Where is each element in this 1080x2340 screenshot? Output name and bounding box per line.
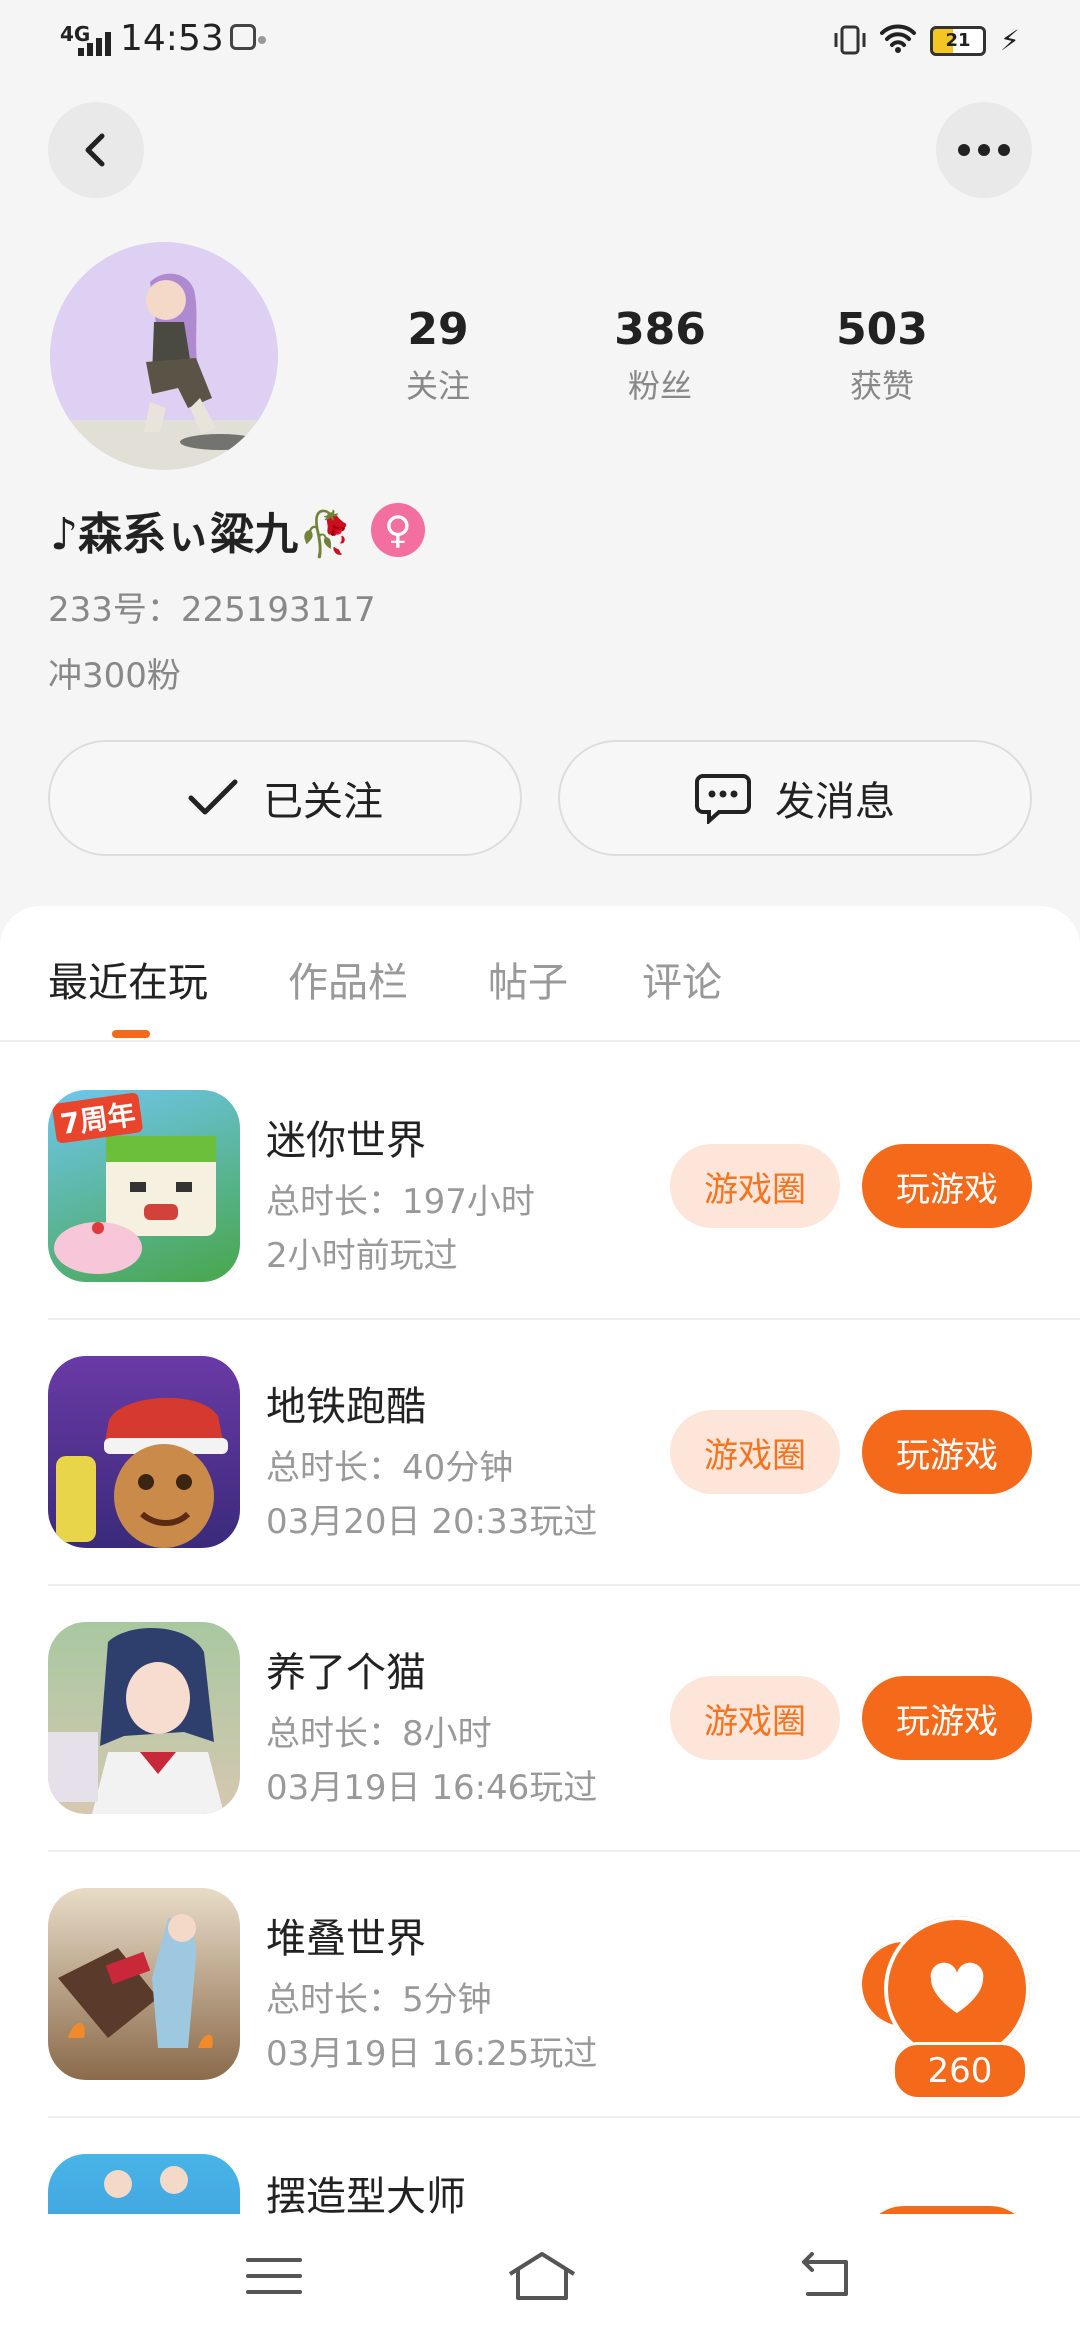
home-icon[interactable]: [506, 2246, 578, 2306]
app-notification-icon: [230, 24, 256, 50]
stat-followers-label: 粉丝: [627, 367, 692, 405]
game-last-played: 03月20日 20:33玩过: [266, 1502, 598, 1542]
game-list-item[interactable]: 摆造型大师: [0, 2154, 1080, 2214]
stat-following-label: 关注: [405, 367, 470, 405]
avatar-character-image: [144, 273, 260, 450]
more-options-button[interactable]: [936, 102, 1032, 198]
like-count-badge: 260: [892, 2042, 1028, 2100]
game-icon-stacking-world: [48, 1888, 240, 2080]
stat-following[interactable]: 29 关注: [348, 304, 528, 407]
game-list-item[interactable]: 地铁跑酷 总时长：40分钟 03月20日 20:33玩过 游戏圈 玩游戏: [0, 1356, 1080, 1622]
game-duration: 总时长：8小时: [266, 1714, 492, 1754]
game-duration: 总时长：197小时: [266, 1182, 535, 1222]
back-nav-icon[interactable]: [794, 2246, 858, 2306]
game-last-played: 2小时前玩过: [266, 1236, 458, 1276]
bio: 冲300粉: [48, 656, 181, 696]
game-name: 堆叠世界: [266, 1916, 426, 1962]
game-last-played: 03月19日 16:46玩过: [266, 1768, 598, 1808]
stat-likes-label: 获赞: [849, 367, 914, 405]
signal-icon: [78, 30, 112, 56]
tab-divider: [0, 1040, 1080, 1042]
charging-bolt-icon: ⚡: [1000, 24, 1020, 57]
gender-female-icon: ♀: [370, 503, 425, 557]
stat-following-count: 29: [407, 304, 469, 355]
game-name: 地铁跑酷: [266, 1384, 426, 1430]
game-icon-subway-surfers: [48, 1356, 240, 1548]
tab-recently-played[interactable]: 最近在玩: [48, 950, 208, 1008]
game-name: 养了个猫: [266, 1650, 426, 1696]
back-arrow-icon: [85, 133, 105, 167]
like-floating-button[interactable]: [884, 1916, 1030, 2062]
more-dots-icon: [958, 144, 1010, 156]
row-divider: [48, 1850, 1080, 1852]
avatar[interactable]: [50, 242, 278, 470]
game-circle-button[interactable]: 游戏圈: [670, 1410, 840, 1494]
row-divider: [48, 2116, 1080, 2118]
heart-icon: [930, 1962, 984, 2013]
stat-followers[interactable]: 386 粉丝: [570, 304, 750, 407]
game-circle-button[interactable]: 游戏圈: [670, 1676, 840, 1760]
chat-bubble-icon: [695, 774, 751, 824]
game-last-played: 03月19日 16:25玩过: [266, 2034, 598, 2074]
game-name: 迷你世界: [266, 1118, 426, 1164]
game-circle-button[interactable]: 游戏圈: [670, 1144, 840, 1228]
back-button[interactable]: [48, 102, 144, 198]
game-name: 摆造型大师: [266, 2174, 466, 2214]
play-game-button[interactable]: 玩游戏: [862, 1410, 1032, 1494]
menu-icon[interactable]: [242, 2246, 306, 2306]
notification-dot-icon: [258, 36, 266, 44]
game-icon-mini-world: 7周年: [48, 1090, 240, 1282]
stat-likes-count: 503: [836, 304, 928, 355]
game-icon-pose-master: [48, 2154, 240, 2214]
active-tab-indicator: [112, 1030, 150, 1038]
followed-label: 已关注: [263, 779, 383, 825]
game-list-item[interactable]: 养了个猫 总时长：8小时 03月19日 16:46玩过 游戏圈 玩游戏: [0, 1622, 1080, 1888]
profile-name-row: ♪森系ぃ粱九🥀 ♀: [50, 498, 425, 562]
play-game-button[interactable]: 玩游戏: [862, 1676, 1032, 1760]
send-message-button[interactable]: 发消息: [558, 740, 1032, 856]
game-list-item[interactable]: 7周年 迷你世界 总时长：197小时 2小时前玩过 游戏圈 玩游戏: [0, 1090, 1080, 1356]
game-duration: 总时长：40分钟: [266, 1448, 514, 1488]
play-game-button-partial[interactable]: [862, 2206, 1032, 2214]
stat-likes[interactable]: 503 获赞: [792, 304, 972, 407]
followed-button[interactable]: 已关注: [48, 740, 522, 856]
clock: 14:53: [120, 18, 224, 59]
wifi-icon: [880, 24, 916, 53]
checkmark-icon: [188, 779, 238, 815]
game-icon-raised-a-cat: [48, 1622, 240, 1814]
status-bar: 4G 14:53 21 ⚡: [0, 0, 1080, 84]
tab-works[interactable]: 作品栏: [288, 950, 408, 1008]
game-duration: 总时长：5分钟: [266, 1980, 492, 2020]
play-game-button[interactable]: 玩游戏: [862, 1144, 1032, 1228]
tab-comments[interactable]: 评论: [642, 950, 722, 1008]
tab-posts[interactable]: 帖子: [488, 950, 568, 1008]
vibrate-icon: [834, 25, 866, 55]
user-id: 233号：225193117: [48, 590, 376, 630]
nickname: ♪森系ぃ粱九🥀: [50, 509, 353, 560]
row-divider: [48, 1318, 1080, 1320]
row-divider: [48, 1584, 1080, 1586]
stat-followers-count: 386: [614, 304, 706, 355]
battery-indicator: 21: [930, 26, 986, 56]
send-message-label: 发消息: [775, 779, 895, 825]
